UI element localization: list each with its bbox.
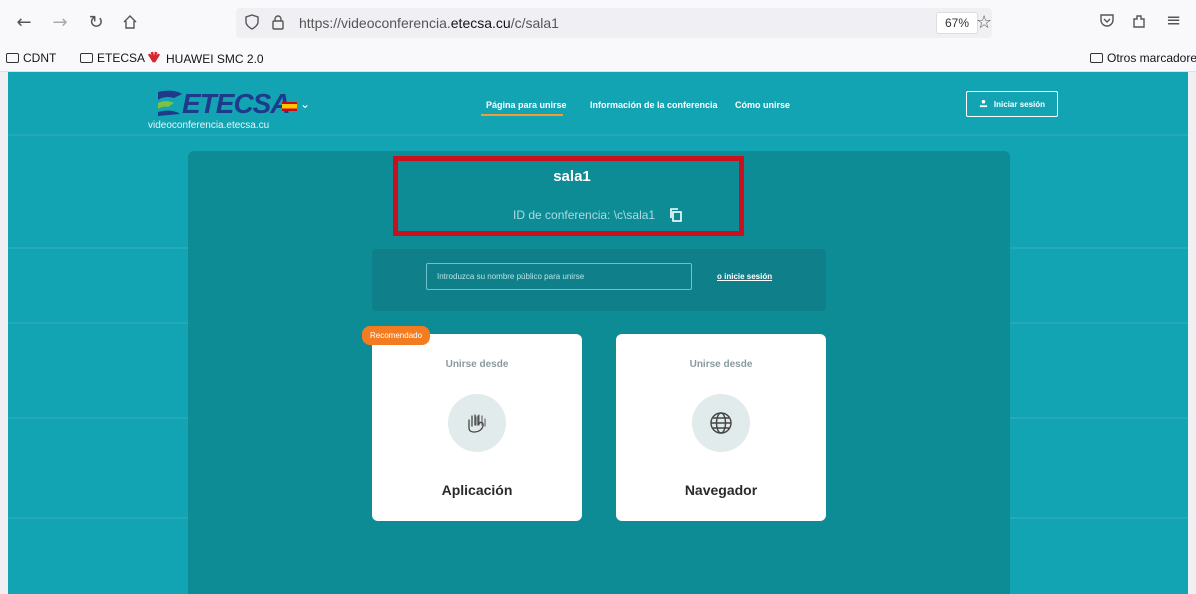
nav-join-page[interactable]: Página para unirse (486, 100, 567, 110)
signin-link[interactable]: o inicie sesión (717, 272, 772, 281)
logo-text: ETECSA (182, 88, 291, 119)
logo-subtext: videoconferencia.etecsa.cu (148, 120, 270, 131)
folder-icon (1090, 53, 1103, 63)
bookmark-etecsa[interactable]: ETECSA (80, 51, 145, 65)
public-name-input[interactable] (426, 263, 692, 290)
nav-how-to-join[interactable]: Cómo unirse (735, 100, 790, 110)
active-tab-indicator (481, 114, 563, 116)
etecsa-logo[interactable]: ETECSA videoconferencia.etecsa.cu ⌄ (148, 80, 328, 140)
huawei-icon (146, 51, 162, 66)
user-icon (979, 99, 988, 110)
browser-toolbar: ← → ↻ https://videoconferencia.etecsa.cu… (0, 0, 1196, 46)
other-bookmarks[interactable]: Otros marcadores (1090, 51, 1196, 65)
bookmark-cdnt[interactable]: CDNT (6, 51, 56, 65)
menu-icon[interactable]: ≡ (1166, 10, 1181, 31)
join-app-card[interactable]: Unirse desde Aplicación (372, 334, 582, 521)
bookmark-star-icon[interactable]: ☆ (976, 12, 992, 33)
login-button[interactable]: Iniciar sesión (966, 91, 1058, 117)
highlight-box (393, 156, 744, 236)
lock-icon[interactable] (270, 14, 286, 35)
forward-icon[interactable]: → (48, 10, 72, 34)
hands-icon (448, 394, 506, 452)
page: ETECSA videoconferencia.etecsa.cu ⌄ Pági… (8, 72, 1188, 594)
chevron-down-icon[interactable]: ⌄ (300, 97, 310, 111)
card-subtitle: Unirse desde (445, 359, 509, 370)
card-title: Navegador (684, 482, 758, 498)
bookmarks-bar: CDNT ETECSA HUAWEI SMC 2.0 Otros marcado… (0, 46, 1196, 72)
url-bar[interactable]: https://videoconferencia.etecsa.cu/c/sal… (236, 8, 992, 38)
globe-icon (692, 394, 750, 452)
spain-flag-icon[interactable] (282, 102, 297, 111)
folder-icon (6, 53, 19, 63)
recommended-badge: Recomendado (362, 326, 431, 345)
join-browser-card[interactable]: Unirse desde Navegador (616, 334, 826, 521)
card-subtitle: Unirse desde (689, 359, 753, 370)
pocket-icon[interactable] (1098, 12, 1116, 35)
bookmark-huawei[interactable]: HUAWEI SMC 2.0 (146, 51, 264, 66)
folder-icon (80, 53, 93, 63)
reload-icon[interactable]: ↻ (84, 10, 108, 34)
back-icon[interactable]: ← (12, 10, 36, 34)
etecsa-logo-mark (158, 90, 182, 116)
nav-conference-info[interactable]: Información de la conferencia (590, 100, 718, 110)
zoom-badge[interactable]: 67% (936, 12, 979, 34)
tracking-shield-icon[interactable] (244, 14, 260, 35)
card-title: Aplicación (441, 482, 513, 498)
home-icon[interactable] (118, 10, 142, 34)
extensions-icon[interactable] (1130, 12, 1148, 35)
url-text[interactable]: https://videoconferencia.etecsa.cu/c/sal… (299, 15, 559, 31)
